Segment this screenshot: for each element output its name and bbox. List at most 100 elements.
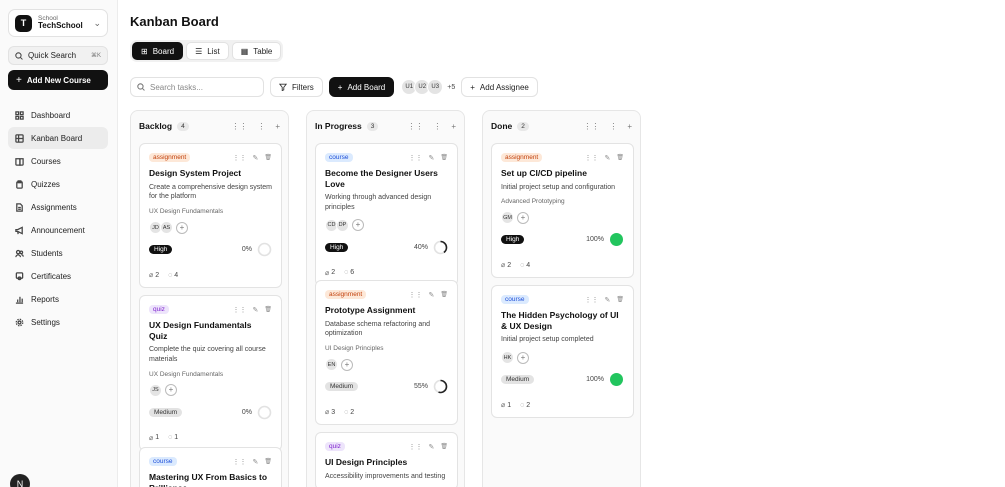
edit-icon[interactable]: ✎	[253, 306, 259, 314]
more-assignees-count[interactable]: +5	[447, 84, 455, 91]
sidebar-item-dashboard[interactable]: Dashboard	[8, 104, 108, 126]
quick-search-button[interactable]: Quick Search ⌘K	[8, 46, 108, 65]
drag-handle-icon[interactable]: ⋮⋮	[233, 458, 247, 466]
plus-icon: +	[16, 74, 22, 86]
sidebar-item-announcement[interactable]: Announcement	[8, 219, 108, 241]
task-card[interactable]: quiz ⋮⋮ ✎ 🗑 UX Design Fundamentals Quiz Compl…	[139, 295, 282, 451]
card-description: Initial project setup completed	[501, 336, 594, 344]
add-assignee-icon[interactable]: +	[341, 358, 353, 371]
tab-table[interactable]: ▦ Table	[231, 42, 282, 60]
more-icon[interactable]: ⋮	[257, 122, 265, 131]
task-card[interactable]: assignment ⋮⋮ ✎ 🗑 Prototype Assignment Databa…	[315, 280, 458, 426]
edit-icon[interactable]: ✎	[253, 154, 259, 162]
priority-badge: Medium	[325, 382, 359, 392]
task-card[interactable]: assignment ⋮⋮ ✎ 🗑 Set up CI/CD pipeline Initi…	[491, 143, 634, 279]
add-new-course-label: Add New Course	[26, 75, 91, 85]
task-card[interactable]: assignment ⋮⋮ ✎ 🗑 Design System Project Creat…	[139, 143, 282, 289]
add-card-icon[interactable]: +	[451, 122, 456, 131]
drag-handle-icon[interactable]: ⋮⋮	[585, 296, 599, 304]
assignee-avatar[interactable]: U3	[427, 79, 444, 95]
task-card[interactable]: course ⋮⋮ ✎ 🗑 Become the Designer Users Love…	[315, 143, 458, 286]
avatar[interactable]: JS	[149, 383, 162, 397]
user-avatar[interactable]: N	[10, 474, 30, 487]
column-header: In Progress 3 ⋮⋮ ⋮ +	[307, 111, 464, 141]
certificate-icon	[15, 271, 24, 281]
sidebar-item-students[interactable]: Students	[8, 242, 108, 264]
drag-handle-icon[interactable]: ⋮⋮	[585, 154, 599, 162]
trash-icon[interactable]: 🗑	[264, 458, 272, 466]
task-card[interactable]: course ⋮⋮ ✎ 🗑 The Hidden Psychology of UI & …	[491, 285, 634, 419]
avatar[interactable]: HK	[501, 351, 514, 365]
edit-icon[interactable]: ✎	[429, 443, 435, 451]
drag-handle-icon[interactable]: ⋮⋮	[583, 122, 599, 131]
avatar[interactable]: DP	[336, 218, 349, 232]
avatar[interactable]: AS	[160, 221, 173, 235]
more-icon[interactable]: ⋮	[609, 122, 617, 131]
edit-icon[interactable]: ✎	[429, 291, 435, 299]
tab-list[interactable]: ☰ List	[186, 42, 229, 60]
board-icon: ⊞	[141, 46, 148, 56]
edit-icon[interactable]: ✎	[605, 154, 611, 162]
card-footer: ⌀ 2 ◌ 4	[149, 271, 272, 280]
attachment-count: 1	[155, 434, 160, 442]
add-assignee-button[interactable]: + Add Assignee	[461, 77, 538, 97]
drag-handle-icon[interactable]: ⋮⋮	[233, 154, 247, 162]
card-actions: ⋮⋮ ✎ 🗑	[585, 296, 625, 304]
comment-icon: ◌	[168, 434, 173, 442]
search-box[interactable]	[130, 77, 264, 97]
trash-icon[interactable]: 🗑	[440, 154, 448, 162]
drag-handle-icon[interactable]: ⋮⋮	[409, 291, 423, 299]
sidebar-item-reports[interactable]: Reports	[8, 288, 108, 310]
drag-handle-icon[interactable]: ⋮⋮	[233, 306, 247, 314]
tab-board[interactable]: ⊞ Board	[132, 42, 184, 60]
type-tag: quiz	[325, 442, 345, 451]
card-header: quiz ⋮⋮ ✎ 🗑	[325, 441, 448, 452]
add-assignee-icon[interactable]: +	[517, 351, 529, 364]
comment-count: 2	[526, 401, 531, 409]
avatar[interactable]: EN	[325, 358, 338, 372]
priority-badge: Medium	[149, 407, 183, 417]
edit-icon[interactable]: ✎	[429, 154, 435, 162]
edit-icon[interactable]: ✎	[253, 458, 259, 466]
task-card[interactable]: course ⋮⋮ ✎ 🗑 Mastering UX From Basics to Br…	[139, 447, 282, 487]
more-icon[interactable]: ⋮	[433, 122, 441, 131]
add-new-course-button[interactable]: + Add New Course	[8, 70, 108, 90]
sidebar-item-courses[interactable]: Courses	[8, 150, 108, 172]
trash-icon[interactable]: 🗑	[264, 306, 272, 314]
add-card-icon[interactable]: +	[627, 122, 632, 131]
sidebar-item-kanban-board[interactable]: Kanban Board	[8, 127, 108, 149]
workspace-switcher[interactable]: T School TechSchool ⌄	[8, 9, 108, 37]
add-assignee-icon[interactable]: +	[165, 384, 177, 397]
card-header: course ⋮⋮ ✎ 🗑	[501, 294, 624, 305]
card-status-row: Medium 100%	[501, 372, 624, 387]
add-assignee-icon[interactable]: +	[176, 221, 188, 234]
task-card[interactable]: quiz ⋮⋮ ✎ 🗑 UI Design Principles Accessibilit…	[315, 432, 458, 487]
trash-icon[interactable]: 🗑	[616, 296, 624, 304]
drag-handle-icon[interactable]: ⋮⋮	[409, 443, 423, 451]
sidebar-item-settings[interactable]: Settings	[8, 311, 108, 333]
add-assignee-icon[interactable]: +	[517, 211, 529, 224]
sidebar-item-assignments[interactable]: Assignments	[8, 196, 108, 218]
avatar[interactable]: GM	[501, 211, 514, 225]
card-description: Complete the quiz covering all course ma…	[149, 346, 266, 364]
trash-icon[interactable]: 🗑	[440, 291, 448, 299]
drag-handle-icon[interactable]: ⋮⋮	[409, 154, 423, 162]
sidebar-item-label: Reports	[31, 294, 60, 304]
sidebar-item-quizzes[interactable]: Quizzes	[8, 173, 108, 195]
add-assignee-icon[interactable]: +	[352, 219, 364, 232]
add-board-button[interactable]: + Add Board	[328, 77, 395, 97]
priority-badge: High	[149, 245, 173, 255]
trash-icon[interactable]: 🗑	[440, 443, 448, 451]
drag-handle-icon[interactable]: ⋮⋮	[231, 122, 247, 131]
search-tasks-input[interactable]	[150, 82, 250, 92]
trash-icon[interactable]: 🗑	[264, 154, 272, 162]
sidebar-item-certificates[interactable]: Certificates	[8, 265, 108, 287]
drag-handle-icon[interactable]: ⋮⋮	[407, 122, 423, 131]
card-title: UX Design Fundamentals Quiz	[149, 320, 252, 341]
edit-icon[interactable]: ✎	[605, 296, 611, 304]
type-tag: assignment	[501, 153, 543, 162]
card-header: assignment ⋮⋮ ✎ 🗑	[501, 152, 624, 163]
filters-button[interactable]: Filters	[270, 77, 323, 97]
add-card-icon[interactable]: +	[275, 122, 280, 131]
trash-icon[interactable]: 🗑	[616, 154, 624, 162]
